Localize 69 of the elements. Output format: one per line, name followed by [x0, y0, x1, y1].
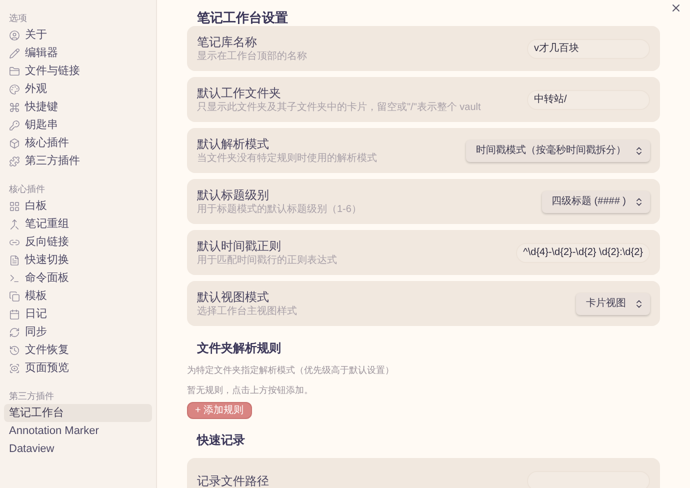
sidebar-item[interactable]: Dataview [4, 440, 152, 458]
dropdown[interactable]: 卡片视图 [576, 292, 650, 314]
empty-note: 暂无规则，点击上方按钮添加。 [187, 384, 314, 396]
setting-name: 默认解析模式 [197, 136, 270, 152]
page-title: 笔记工作台设置 [196, 10, 289, 26]
box-icon [9, 138, 20, 148]
sidebar-item[interactable]: 核心插件 [4, 134, 152, 152]
setting-name: 记录文件路径 [197, 472, 269, 488]
command-icon [9, 102, 20, 112]
sidebar-item[interactable]: 快捷键 [4, 98, 152, 116]
chevron-icon [634, 298, 644, 308]
sidebar-item[interactable]: 快速切换 [4, 251, 152, 269]
sidebar-item[interactable]: 文件恢复 [4, 341, 152, 359]
merge-icon [9, 218, 20, 230]
sidebar-item[interactable]: 页面预览 [4, 359, 152, 377]
sidebar-item[interactable]: 钥匙串 [4, 116, 152, 134]
sidebar-item[interactable]: 反向链接 [4, 233, 152, 251]
section-description: 为特定文件夹指定解析模式（优先级高于默认设置） [187, 364, 395, 376]
calendar-icon [9, 308, 20, 320]
sidebar-group-label: 选项 [8, 12, 28, 25]
sidebar-item[interactable]: Annotation Marker [4, 422, 152, 440]
sidebar-item[interactable]: 同步 [4, 323, 152, 341]
setting-name: 默认工作文件夹 [197, 85, 282, 101]
history-icon [9, 344, 20, 356]
sidebar-item[interactable]: 关于 [4, 26, 152, 44]
puzzle-icon [9, 156, 20, 166]
sidebar-item[interactable]: 日记 [4, 305, 152, 323]
user-circle-icon [9, 30, 20, 40]
input-field[interactable]: ^\d{4}-\d{2}-\d{2} \d{2}:\d{2} [516, 242, 650, 262]
section-heading: 文件夹解析规则 [196, 340, 282, 356]
sidebar-item[interactable]: 文件与链接 [4, 62, 152, 80]
sidebar-group-label: 核心插件 [8, 183, 46, 196]
setting-description: 选择工作台主视图样式 [197, 305, 297, 318]
terminal-icon [9, 272, 20, 284]
sidebar-item[interactable]: 笔记重组 [4, 215, 152, 233]
section-heading: 快速记录 [196, 432, 246, 448]
sidebar-group-label: 第三方插件 [8, 390, 55, 403]
sidebar-item[interactable]: 笔记工作台 [4, 404, 152, 422]
sidebar-item[interactable]: 编辑器 [4, 44, 152, 62]
input-field[interactable]: 中转站/ [527, 90, 650, 110]
input-field[interactable]: v才几百块 [527, 38, 650, 58]
sidebar-item[interactable]: 白板 [4, 197, 152, 215]
setting-description: 只显示此文件夹及其子文件夹中的卡片，留空或"/"表示整个 vault [197, 101, 481, 114]
setting-name: 默认标题级别 [197, 187, 270, 203]
file-icon [9, 254, 20, 266]
sidebar-item[interactable]: 外观 [4, 80, 152, 98]
setting-description: 用于标题模式的默认标题级别（1-6） [197, 203, 362, 216]
setting-description: 显示在工作台顶部的名称 [197, 50, 307, 63]
palette-icon [9, 84, 20, 94]
sidebar-item[interactable]: 命令面板 [4, 269, 152, 287]
pencil-icon [9, 48, 20, 58]
copy-icon [9, 290, 20, 302]
key-icon [9, 120, 20, 130]
folder-icon [9, 66, 20, 76]
close-icon[interactable] [670, 2, 682, 14]
eye-icon [9, 362, 20, 374]
refresh-icon [9, 326, 20, 338]
setting-name: 笔记库名称 [197, 34, 258, 50]
chevron-icon [634, 146, 644, 156]
chevron-icon [634, 196, 644, 206]
setting-description: 用于匹配时间戳行的正则表达式 [197, 254, 337, 267]
grid-icon [9, 200, 20, 212]
sidebar-item[interactable]: 第三方插件 [4, 152, 152, 170]
setting-name: 默认视图模式 [197, 289, 270, 305]
setting-description: 当文件夹没有特定规则时使用的解析模式 [197, 152, 377, 165]
dropdown[interactable]: 四级标题 (#### ) [542, 190, 650, 212]
sidebar-item[interactable]: 模板 [4, 287, 152, 305]
dropdown[interactable]: 时间戳模式（按毫秒时间戳拆分） [466, 140, 650, 162]
setting-name: 默认时间戳正则 [197, 238, 282, 254]
